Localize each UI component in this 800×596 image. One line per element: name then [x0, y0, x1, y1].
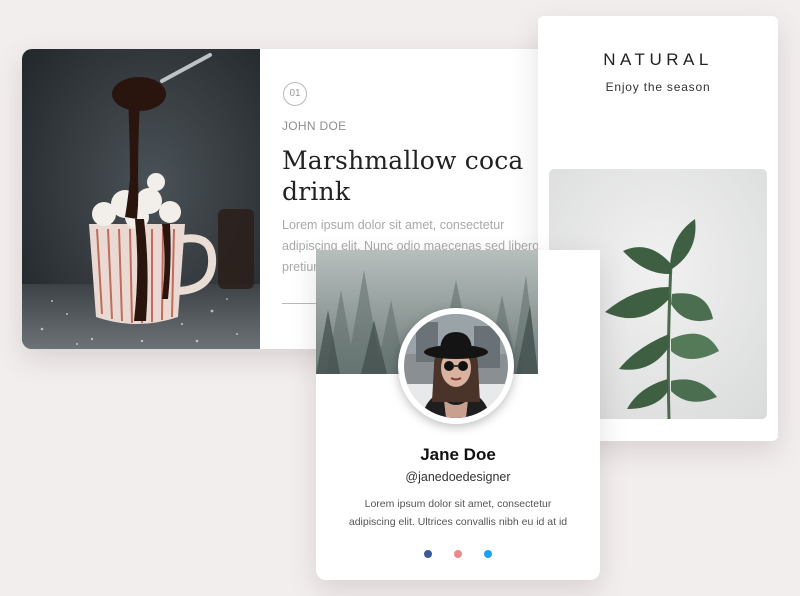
hot-chocolate-photo — [22, 49, 260, 349]
profile-bio-line-2: adipiscing elit. Ultrices convallis nibh… — [348, 516, 568, 528]
author-label: JOHN DOE — [282, 119, 347, 133]
dribbble-icon[interactable] — [454, 550, 462, 558]
profile-card[interactable]: Jane Doe @janedoedesigner Lorem ipsum do… — [316, 250, 600, 580]
avatar[interactable] — [398, 308, 514, 424]
recipe-description-line-1: Lorem ipsum dolor sit amet, consectetur — [282, 218, 505, 232]
profile-bio-line-1: Lorem ipsum dolor sit amet, consectetur — [364, 498, 552, 510]
profile-bio: Lorem ipsum dolor sit amet, consectetur … — [336, 495, 580, 531]
facebook-icon[interactable] — [424, 550, 432, 558]
profile-name: Jane Doe — [420, 445, 496, 464]
natural-subheading: Enjoy the season — [605, 80, 711, 94]
social-links — [316, 550, 600, 558]
recipe-title-line-2: drink — [282, 177, 351, 206]
recipe-title: Marshmallow coca drink — [282, 145, 552, 207]
twitter-icon[interactable] — [484, 550, 492, 558]
item-number-badge: 01 — [283, 82, 307, 106]
profile-handle[interactable]: @janedoedesigner — [316, 470, 600, 484]
avatar-photo — [404, 314, 508, 418]
recipe-title-line-1: Marshmallow coca — [282, 146, 524, 175]
natural-heading: NATURAL — [603, 50, 713, 69]
